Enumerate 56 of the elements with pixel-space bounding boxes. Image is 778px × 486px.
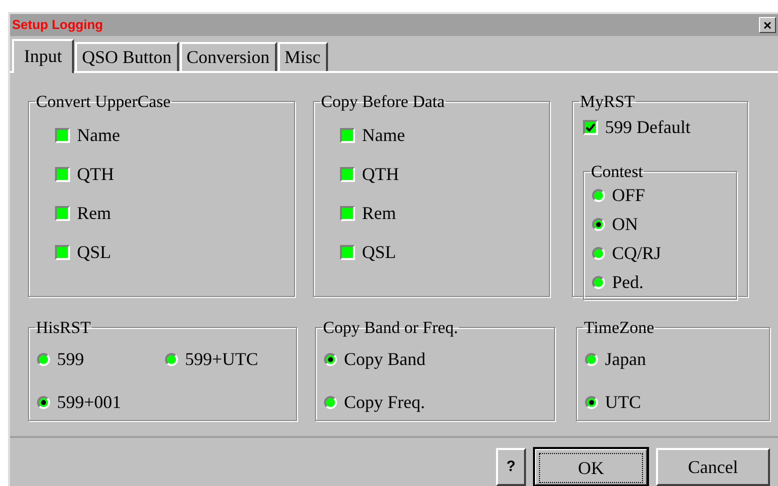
close-button[interactable]: × — [759, 16, 776, 33]
checkbox[interactable] — [583, 120, 598, 134]
radio-button[interactable] — [592, 246, 605, 260]
checkbox[interactable] — [340, 244, 355, 260]
radio-button[interactable] — [592, 218, 605, 230]
checkbox[interactable] — [55, 166, 70, 182]
radio-label: 599+UTC — [185, 348, 258, 370]
radio-label: Japan — [605, 348, 646, 370]
tab[interactable]: Misc — [278, 42, 328, 71]
checkbox[interactable] — [340, 128, 355, 142]
radio-label: CQ/RJ — [612, 242, 662, 264]
help-button[interactable]: ? — [496, 448, 526, 486]
checkbox-label: Rem — [77, 202, 111, 224]
checkbox-label: QTH — [77, 163, 114, 185]
radio-button[interactable] — [592, 276, 605, 288]
radio-label: ON — [612, 213, 638, 235]
checkbox-label: 599 Default — [605, 116, 690, 138]
checkbox-label: Name — [362, 124, 405, 146]
radio-button[interactable] — [592, 188, 605, 202]
group-title: TimeZone — [583, 319, 656, 336]
radio-button[interactable] — [165, 352, 178, 366]
radio-button[interactable] — [37, 396, 50, 408]
checkbox[interactable] — [340, 206, 355, 220]
tab[interactable]: QSO Button — [75, 42, 179, 71]
checkbox[interactable] — [55, 244, 70, 260]
tab[interactable]: Conversion — [180, 42, 277, 71]
group-title: Convert UpperCase — [35, 93, 172, 110]
group-title: Copy Band or Freq. — [322, 319, 460, 336]
radio-button[interactable] — [585, 352, 598, 366]
checkbox-label: QTH — [362, 163, 399, 185]
radio-button[interactable] — [37, 352, 50, 366]
group-title: HisRST — [35, 319, 92, 336]
checkbox-label: QSL — [362, 241, 396, 263]
checkbox-label: QSL — [77, 241, 112, 263]
radio-label: OFF — [612, 184, 646, 206]
dialog-button[interactable]: Cancel — [656, 448, 770, 486]
checkbox[interactable] — [55, 128, 70, 142]
group-title: Copy Before Data — [320, 93, 446, 110]
dialog-button[interactable]: OK — [534, 448, 648, 486]
radio-label: Copy Band — [344, 348, 426, 370]
radio-button[interactable] — [324, 396, 337, 408]
group-title: Contest — [590, 163, 644, 180]
group-title: MyRST — [579, 93, 636, 110]
window-title: Setup Logging — [12, 16, 103, 34]
tab[interactable]: Input — [12, 39, 74, 73]
checkbox[interactable] — [340, 166, 355, 182]
radio-label: 599 — [57, 348, 84, 370]
radio-label: UTC — [605, 391, 641, 413]
radio-label: Copy Freq. — [344, 391, 425, 413]
radio-label: 599+001 — [57, 391, 122, 413]
checkbox-label: Name — [77, 124, 120, 146]
checkbox-label: Rem — [362, 202, 396, 224]
checkbox[interactable] — [55, 206, 70, 220]
radio-button[interactable] — [585, 396, 598, 408]
radio-button[interactable] — [324, 352, 337, 366]
radio-label: Ped. — [612, 271, 644, 293]
